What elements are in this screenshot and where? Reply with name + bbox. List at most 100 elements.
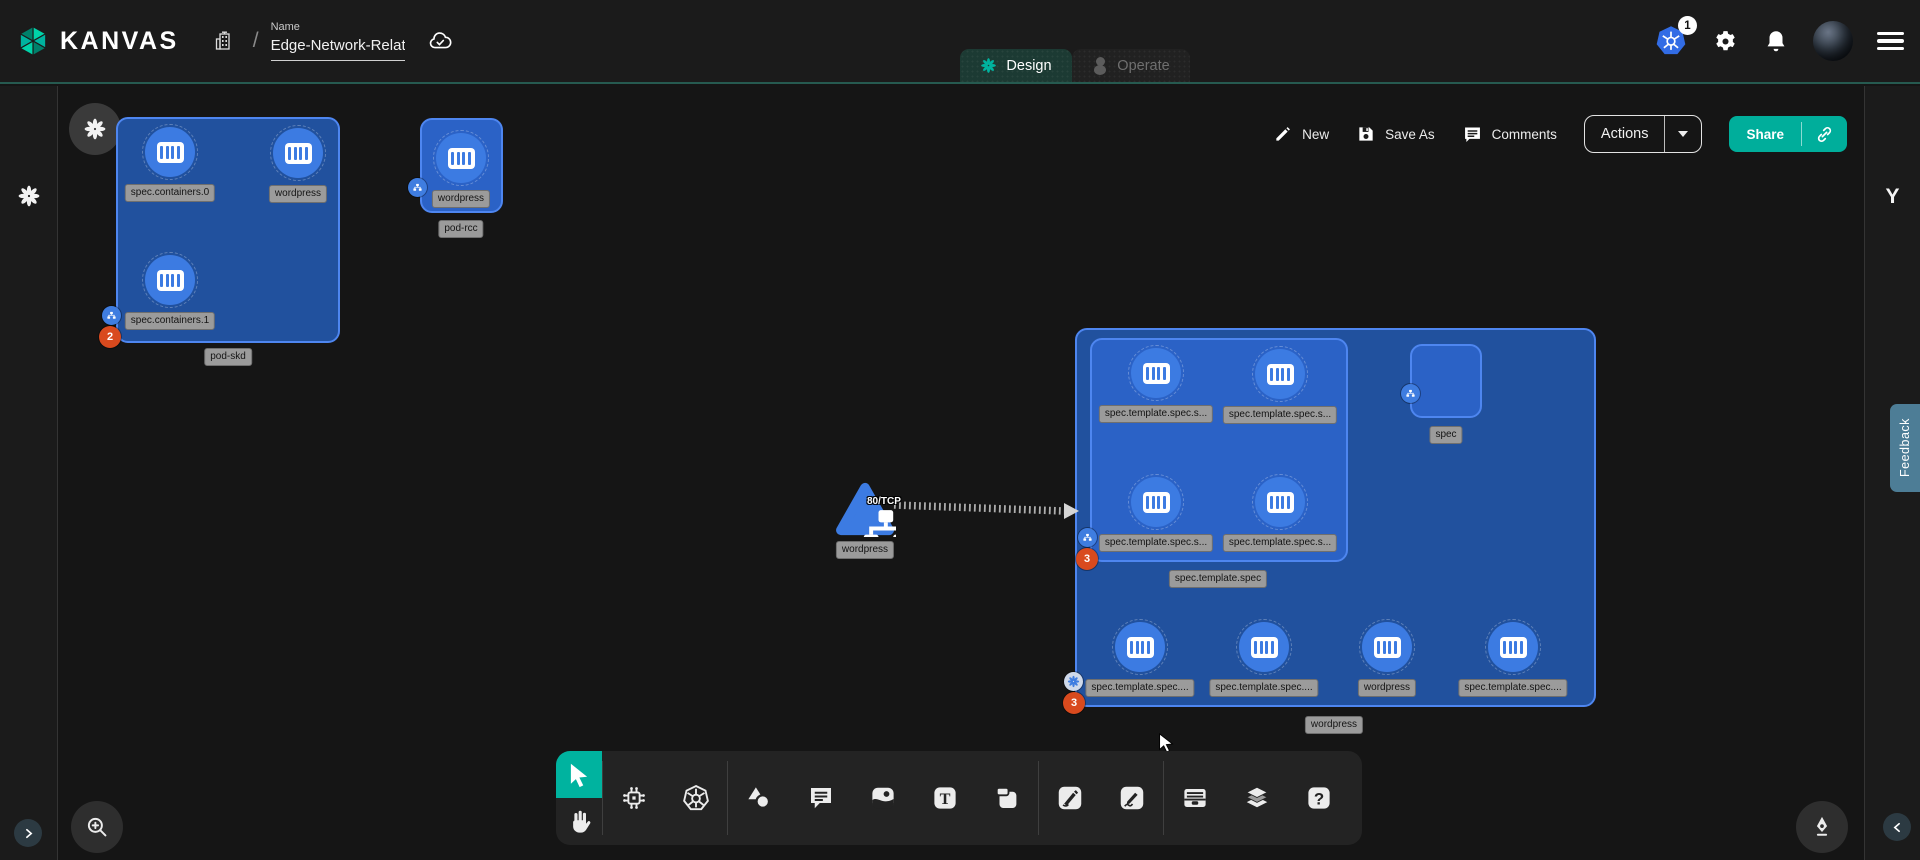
design-name-input[interactable] [271,35,405,61]
node-spec-label: spec [1429,426,1462,444]
hierarchy-badge-icon[interactable] [408,178,427,197]
pointer-tools [556,751,602,845]
pen-mode-button[interactable] [1796,801,1848,853]
container-node-label: wordpress [269,185,327,203]
group-pod-rcc-label: pod-rcc [438,220,483,238]
y-shape-icon[interactable]: Y [1885,185,1899,209]
cloud-saved-icon [425,26,455,56]
container-node[interactable] [145,127,195,177]
tab-operate[interactable]: Operate [1072,49,1190,82]
container-node[interactable] [145,255,195,305]
hierarchy-badge-icon[interactable] [1078,528,1097,547]
container-node-label: spec.template.spec.... [1458,679,1567,697]
container-icon [157,270,184,291]
kubernetes-context-button[interactable]: 1 [1654,24,1688,58]
container-node[interactable] [1115,622,1165,672]
container-icon [285,143,312,164]
container-node-label: spec.template.spec.s... [1223,534,1337,552]
kubernetes-tool-button[interactable] [665,751,727,845]
select-tool-button[interactable] [556,751,602,798]
container-node[interactable] [1488,622,1538,672]
header-left: KANVAS / Name [16,21,455,61]
container-icon [448,148,475,169]
container-icon [1500,637,1527,658]
service-node-label: wordpress [836,541,894,559]
layers-tool-button[interactable] [1226,751,1288,845]
container-node[interactable] [436,133,486,183]
deployment-badge-icon[interactable] [1064,672,1083,691]
canvas-action-bar: New Save As Comments Actions Share [1273,112,1847,156]
new-button[interactable]: New [1273,124,1329,144]
user-avatar[interactable] [1813,21,1853,61]
menu-button[interactable] [1877,32,1904,50]
container-icon [157,142,184,163]
new-icon [1273,124,1293,144]
comments-button[interactable]: Comments [1462,124,1557,145]
container-node[interactable] [1131,477,1181,527]
container-node-label: wordpress [1358,679,1416,697]
node-spec[interactable] [1410,344,1482,418]
text-tool-button[interactable]: T [914,751,976,845]
copy-link-button[interactable] [1802,116,1847,152]
canvas-flower-button[interactable] [69,103,121,155]
expand-left-panel-button[interactable] [14,819,42,847]
left-rail [0,86,58,860]
container-node[interactable] [1255,349,1305,399]
edge-port-label: 80/TCP [867,496,901,507]
comment-tool-button[interactable] [790,751,852,845]
container-icon [1143,363,1170,384]
drawer-tool-button[interactable] [1164,751,1226,845]
relationship-count-badge[interactable]: 3 [1063,692,1085,714]
pen-tool-button[interactable] [1039,751,1101,845]
hierarchy-badge-icon[interactable] [1401,384,1420,403]
save-as-icon [1356,124,1376,144]
hierarchy-badge-icon[interactable] [102,306,121,325]
container-icon [1267,364,1294,385]
app-header: KANVAS / Name Design Operate 1 [0,0,1920,84]
notifications-button[interactable] [1763,28,1789,54]
note-tool-button[interactable] [976,751,1038,845]
feedback-tab[interactable]: Feedback [1890,404,1920,492]
relationship-count-badge[interactable]: 3 [1076,548,1098,570]
container-node[interactable] [1239,622,1289,672]
header-right: 1 [1654,21,1904,61]
actions-button[interactable]: Actions [1585,116,1665,152]
container-icon [1143,492,1170,513]
design-name-field: Name [271,21,405,61]
pan-tool-button[interactable] [556,798,602,845]
group-spec-template-spec-label: spec.template.spec [1169,570,1267,588]
share-button[interactable]: Share [1729,116,1801,152]
meshery-swirl-icon[interactable] [17,184,41,213]
image-tool-button[interactable] [852,751,914,845]
group-spec-template-spec[interactable] [1090,338,1348,562]
svg-text:?: ? [1314,789,1324,808]
brand-wordmark: KANVAS [60,27,179,56]
kanvas-logo[interactable]: KANVAS [16,24,179,58]
pencil-tool-button[interactable] [1101,751,1163,845]
container-node[interactable] [273,128,323,178]
actions-dropdown-button[interactable] [1665,116,1701,152]
chip-tool-button[interactable] [603,751,665,845]
breadcrumb-separator: / [253,29,259,53]
save-as-label: Save As [1385,127,1435,142]
save-as-button[interactable]: Save As [1356,124,1435,144]
kanvas-logo-icon [16,24,50,58]
help-tool-button[interactable]: ? [1288,751,1350,845]
container-node[interactable] [1131,348,1181,398]
service-node-wordpress[interactable] [834,481,896,537]
zoom-search-button[interactable] [71,801,123,853]
container-node-label: spec.template.spec.s... [1099,405,1213,423]
shapes-tool-button[interactable] [728,751,790,845]
container-node[interactable] [1362,622,1412,672]
collapse-right-panel-button[interactable] [1883,813,1911,841]
tab-design[interactable]: Design [960,49,1072,82]
mode-tabs: Design Operate [960,49,1190,82]
organization-icon[interactable] [209,26,239,56]
design-swirl-icon [980,57,997,74]
container-node-label: spec.template.spec.... [1085,679,1194,697]
container-node[interactable] [1255,477,1305,527]
relationship-count-badge[interactable]: 2 [99,326,121,348]
container-node-label: spec.template.spec.s... [1223,406,1337,424]
settings-button[interactable] [1712,28,1739,55]
actions-split-button: Actions [1584,115,1703,153]
